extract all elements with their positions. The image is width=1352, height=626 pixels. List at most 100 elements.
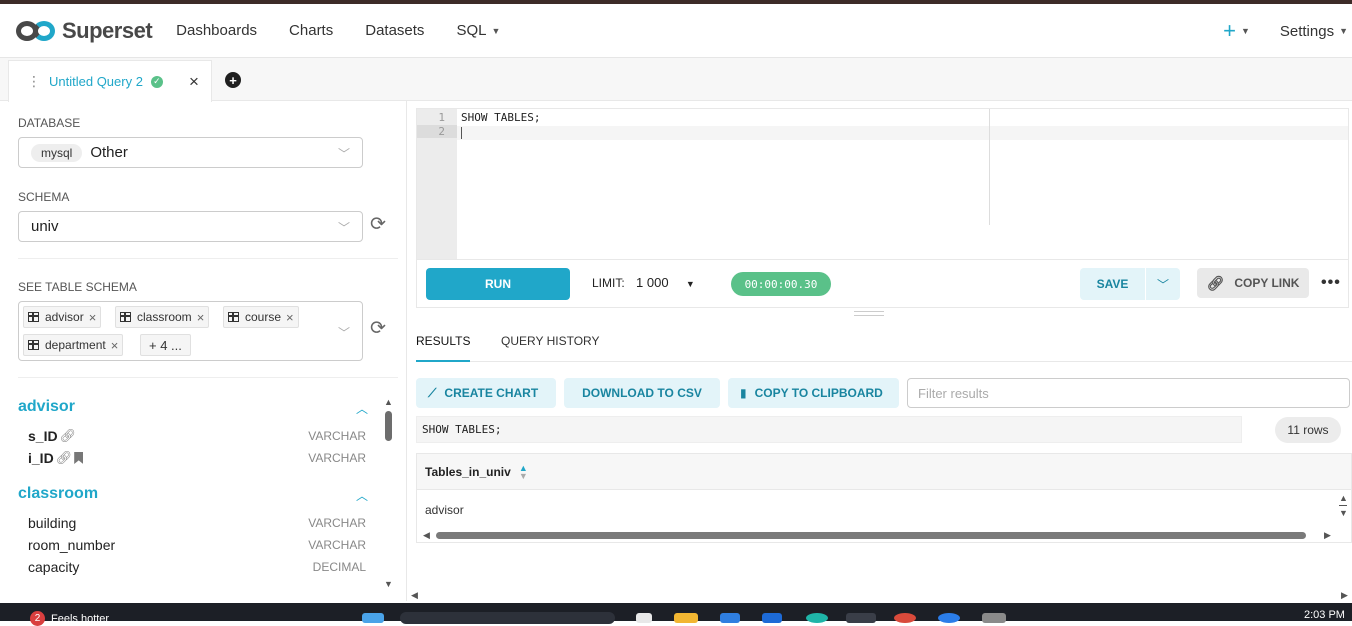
database-label: DATABASE bbox=[18, 116, 81, 130]
table-vscroll[interactable]: ▲ ▼ bbox=[1339, 492, 1348, 519]
nav-datasets[interactable]: Datasets bbox=[365, 22, 424, 39]
nav-dashboards[interactable]: Dashboards bbox=[176, 22, 257, 39]
table-chip-department[interactable]: department × bbox=[23, 334, 124, 356]
app-icon[interactable] bbox=[636, 613, 652, 623]
settings-menu[interactable]: Settings ▼ bbox=[1280, 23, 1348, 40]
caret-down-icon: ▼ bbox=[1339, 26, 1348, 36]
save-dropdown-button[interactable]: ﹀ bbox=[1146, 268, 1180, 300]
add-tab-button[interactable]: + bbox=[225, 72, 241, 88]
remove-chip-icon[interactable]: × bbox=[111, 338, 119, 353]
plus-icon: + bbox=[1223, 18, 1236, 43]
row-count-badge: 11 rows bbox=[1275, 417, 1341, 443]
clipboard-icon: ▮ bbox=[740, 386, 747, 400]
database-select[interactable]: mysql Other ﹀ bbox=[18, 137, 363, 168]
drag-handle-icon[interactable]: ⋮ bbox=[27, 73, 41, 90]
superset-logo[interactable]: Superset bbox=[16, 18, 153, 44]
app-icon[interactable] bbox=[720, 613, 740, 623]
windows-start-icon[interactable] bbox=[362, 613, 384, 623]
app-icon[interactable] bbox=[894, 613, 916, 623]
limit-dropdown[interactable]: LIMIT: 1 000 ▼ bbox=[592, 275, 695, 290]
copy-link-button[interactable]: 🔗︎ COPY LINK bbox=[1197, 268, 1309, 298]
remove-chip-icon[interactable]: × bbox=[286, 310, 294, 325]
scroll-thumb[interactable] bbox=[1339, 505, 1347, 506]
tab-query-history[interactable]: QUERY HISTORY bbox=[501, 334, 599, 362]
scroll-up-icon[interactable]: ▲ bbox=[384, 397, 393, 407]
query-tab-strip: ⋮ Untitled Query 2 ✓ × + bbox=[0, 58, 1352, 102]
copy-to-clipboard-button[interactable]: ▮ COPY TO CLIPBOARD bbox=[728, 378, 899, 408]
os-taskbar: 2 Feels hotter 2:03 PM bbox=[0, 603, 1352, 626]
refresh-tables-icon[interactable]: ⟳ bbox=[370, 317, 386, 340]
more-options-icon[interactable]: ••• bbox=[1321, 274, 1341, 292]
new-menu-button[interactable]: + ▼ bbox=[1223, 18, 1250, 44]
nav-sql-label: SQL bbox=[456, 22, 487, 39]
app-icon[interactable] bbox=[846, 613, 876, 623]
scroll-left-icon[interactable]: ◀ bbox=[423, 530, 430, 541]
schema-table-classroom[interactable]: classroom bbox=[18, 485, 98, 503]
tab-results[interactable]: RESULTS bbox=[416, 334, 471, 362]
chip-label: classroom bbox=[137, 310, 192, 324]
schema-label: SCHEMA bbox=[18, 190, 70, 204]
schema-table-advisor[interactable]: advisor bbox=[18, 398, 75, 416]
table-multiselect[interactable]: advisor × classroom × course × departmen… bbox=[18, 301, 363, 361]
weather-badge: 2 bbox=[30, 611, 45, 626]
app-icon[interactable] bbox=[982, 613, 1006, 623]
app-icon[interactable] bbox=[806, 613, 828, 623]
nav-menu: Dashboards Charts Datasets SQL ▼ bbox=[176, 22, 532, 39]
remove-chip-icon[interactable]: × bbox=[89, 310, 97, 325]
scroll-down-icon[interactable]: ▼ bbox=[1339, 507, 1348, 519]
column-name: room_number bbox=[28, 537, 116, 553]
chevron-down-icon: ﹀ bbox=[337, 221, 350, 235]
taskbar-clock[interactable]: 2:03 PM bbox=[1304, 609, 1345, 621]
caret-down-icon: ▼ bbox=[685, 279, 695, 289]
remove-chip-icon[interactable]: × bbox=[197, 310, 205, 325]
sidebar-scrollbar[interactable]: ▲ ▼ bbox=[384, 397, 394, 589]
collapse-up-icon[interactable]: ︿ bbox=[356, 400, 368, 417]
scroll-right-icon[interactable]: ▶ bbox=[1341, 590, 1348, 601]
column-name: capacity bbox=[28, 559, 80, 575]
close-tab-icon[interactable]: × bbox=[189, 72, 199, 92]
query-tab-title: Untitled Query 2 bbox=[49, 74, 143, 89]
chevron-down-icon: ﹀ bbox=[337, 326, 350, 340]
folder-icon[interactable] bbox=[674, 613, 698, 623]
table-icon bbox=[120, 312, 131, 322]
query-timer: 00:00:00.30 bbox=[731, 272, 831, 296]
app-icon[interactable] bbox=[938, 613, 960, 623]
line-number: 2 bbox=[417, 125, 457, 138]
more-tables-chip[interactable]: + 4 ... bbox=[140, 334, 191, 356]
create-chart-button[interactable]: ⟋ CREATE CHART bbox=[416, 378, 556, 408]
scroll-up-icon[interactable]: ▲ bbox=[1339, 492, 1348, 504]
scroll-right-icon[interactable]: ▶ bbox=[1324, 530, 1331, 541]
query-tab[interactable]: ⋮ Untitled Query 2 ✓ × bbox=[8, 60, 212, 102]
table-hscroll[interactable]: ◀ ▶ bbox=[421, 530, 1333, 540]
column-row: i_ID 🔗︎ VARCHAR bbox=[28, 448, 366, 468]
run-button[interactable]: RUN bbox=[426, 268, 570, 300]
column-type: VARCHAR bbox=[308, 429, 366, 443]
sql-editor[interactable]: 1 2 SHOW TABLES; bbox=[416, 108, 1349, 260]
weather-widget[interactable]: 2 Feels hotter bbox=[30, 611, 109, 626]
collapse-up-icon[interactable]: ︿ bbox=[356, 487, 368, 504]
table-header[interactable]: Tables_in_univ ▲ ▼ bbox=[417, 454, 1351, 490]
save-button[interactable]: SAVE bbox=[1080, 268, 1145, 300]
refresh-schema-icon[interactable]: ⟳ bbox=[370, 213, 386, 236]
sort-icon[interactable]: ▲ ▼ bbox=[519, 463, 528, 480]
table-icon bbox=[28, 340, 39, 350]
superset-logo-icon bbox=[16, 20, 58, 42]
scroll-left-icon[interactable]: ◀ bbox=[411, 590, 418, 601]
scroll-thumb[interactable] bbox=[385, 411, 392, 441]
table-chip-advisor[interactable]: advisor × bbox=[23, 306, 102, 328]
caret-down-icon: ▼ bbox=[491, 25, 501, 36]
app-icon[interactable] bbox=[762, 613, 782, 623]
copy-link-label: COPY LINK bbox=[1234, 276, 1300, 290]
scroll-down-icon[interactable]: ▼ bbox=[384, 579, 393, 589]
line-chart-icon: ⟋ bbox=[428, 385, 437, 400]
taskbar-search-box[interactable] bbox=[400, 612, 615, 624]
table-chip-course[interactable]: course × bbox=[223, 306, 299, 328]
nav-sql[interactable]: SQL ▼ bbox=[456, 22, 500, 39]
schema-select[interactable]: univ ﹀ bbox=[18, 211, 363, 242]
filter-results-input[interactable]: Filter results bbox=[907, 378, 1350, 408]
nav-charts[interactable]: Charts bbox=[289, 22, 333, 39]
download-csv-button[interactable]: DOWNLOAD TO CSV bbox=[564, 378, 720, 408]
scroll-thumb[interactable] bbox=[436, 532, 1306, 539]
table-chip-classroom[interactable]: classroom × bbox=[115, 306, 210, 328]
pane-resize-handle[interactable] bbox=[854, 311, 884, 316]
